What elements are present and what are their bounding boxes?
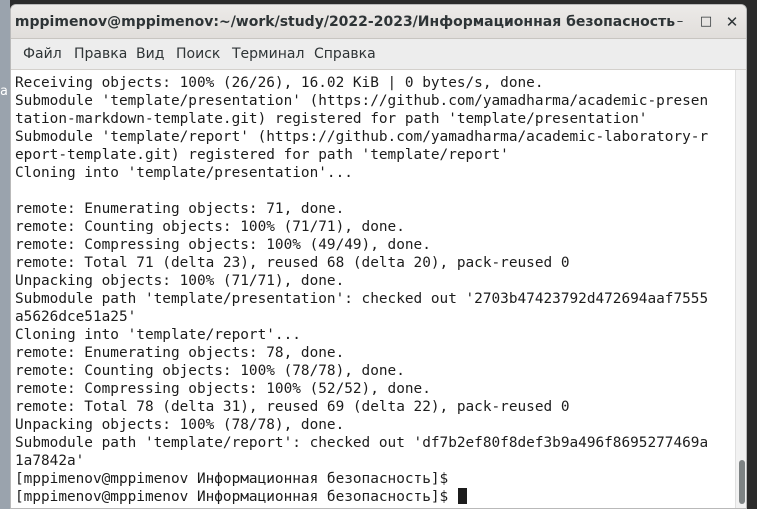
terminal-line: Unpacking objects: 100% (71/71), done.	[15, 273, 345, 289]
menu-file[interactable]: Файл	[23, 39, 62, 70]
maximize-button[interactable]: □	[696, 12, 716, 32]
close-icon: ✕	[725, 13, 739, 31]
minimize-button[interactable]: –	[670, 12, 690, 32]
menu-help[interactable]: Справка	[314, 39, 376, 70]
terminal-line: remote: Compressing objects: 100% (52/52…	[15, 381, 431, 397]
terminal-line: Unpacking objects: 100% (78/78), done.	[15, 417, 345, 433]
menu-bar: Файл Правка Вид Поиск Терминал Справка	[11, 39, 746, 70]
minimize-icon: –	[676, 14, 684, 29]
terminal-line: 1a7842a'	[15, 453, 85, 469]
close-button[interactable]: ✕	[722, 12, 742, 32]
terminal-prompt-text: [mppimenov@mppimenov Информационная безо…	[15, 489, 457, 505]
terminal-line: remote: Total 78 (delta 31), reused 69 (…	[15, 399, 570, 415]
terminal-output[interactable]: Receiving objects: 100% (26/26), 16.02 K…	[11, 70, 735, 508]
terminal-prompt-line: [mppimenov@mppimenov Информационная безо…	[15, 471, 449, 487]
terminal-line: Submodule 'template/report' (https://git…	[15, 129, 709, 145]
desktop-edge-text: a	[0, 84, 8, 99]
terminal-line: eport-template.git) registered for path …	[15, 147, 509, 163]
terminal-line: remote: Counting objects: 100% (78/78), …	[15, 363, 405, 379]
menu-edit[interactable]: Правка	[74, 39, 127, 70]
terminal-line: remote: Enumerating objects: 71, done.	[15, 201, 345, 217]
maximize-icon: □	[699, 14, 713, 29]
text-cursor	[457, 488, 467, 504]
terminal-line: remote: Compressing objects: 100% (49/49…	[15, 237, 431, 253]
terminal-line: remote: Counting objects: 100% (71/71), …	[15, 219, 405, 235]
terminal-line: tation-markdown-template.git) registered…	[15, 111, 648, 127]
terminal-line: Submodule path 'template/presentation': …	[15, 291, 709, 307]
terminal-line: Submodule path 'template/report': checke…	[15, 435, 709, 451]
terminal-line: Cloning into 'template/report'...	[15, 327, 301, 343]
window-titlebar[interactable]: mppimenov@mppimenov:~/work/study/2022-20…	[11, 5, 746, 39]
terminal-line: Cloning into 'template/presentation'...	[15, 165, 353, 181]
menu-view[interactable]: Вид	[136, 39, 164, 70]
terminal-line: Submodule 'template/presentation' (https…	[15, 93, 709, 109]
terminal-line: remote: Total 71 (delta 23), reused 68 (…	[15, 255, 570, 271]
terminal-line: Receiving objects: 100% (26/26), 16.02 K…	[15, 75, 544, 91]
terminal-line: remote: Enumerating objects: 78, done.	[15, 345, 345, 361]
desktop-background	[0, 0, 10, 509]
menu-search[interactable]: Поиск	[176, 39, 220, 70]
terminal-scrollbar[interactable]	[735, 70, 746, 508]
terminal-window: mppimenov@mppimenov:~/work/study/2022-20…	[10, 4, 747, 509]
terminal-line: a5626dce51a25'	[15, 309, 137, 325]
menu-terminal[interactable]: Терминал	[232, 39, 304, 70]
scrollbar-thumb[interactable]	[739, 460, 745, 504]
terminal-active-prompt[interactable]: [mppimenov@mppimenov Информационная безо…	[15, 488, 467, 506]
window-title: mppimenov@mppimenov:~/work/study/2022-20…	[14, 14, 676, 30]
